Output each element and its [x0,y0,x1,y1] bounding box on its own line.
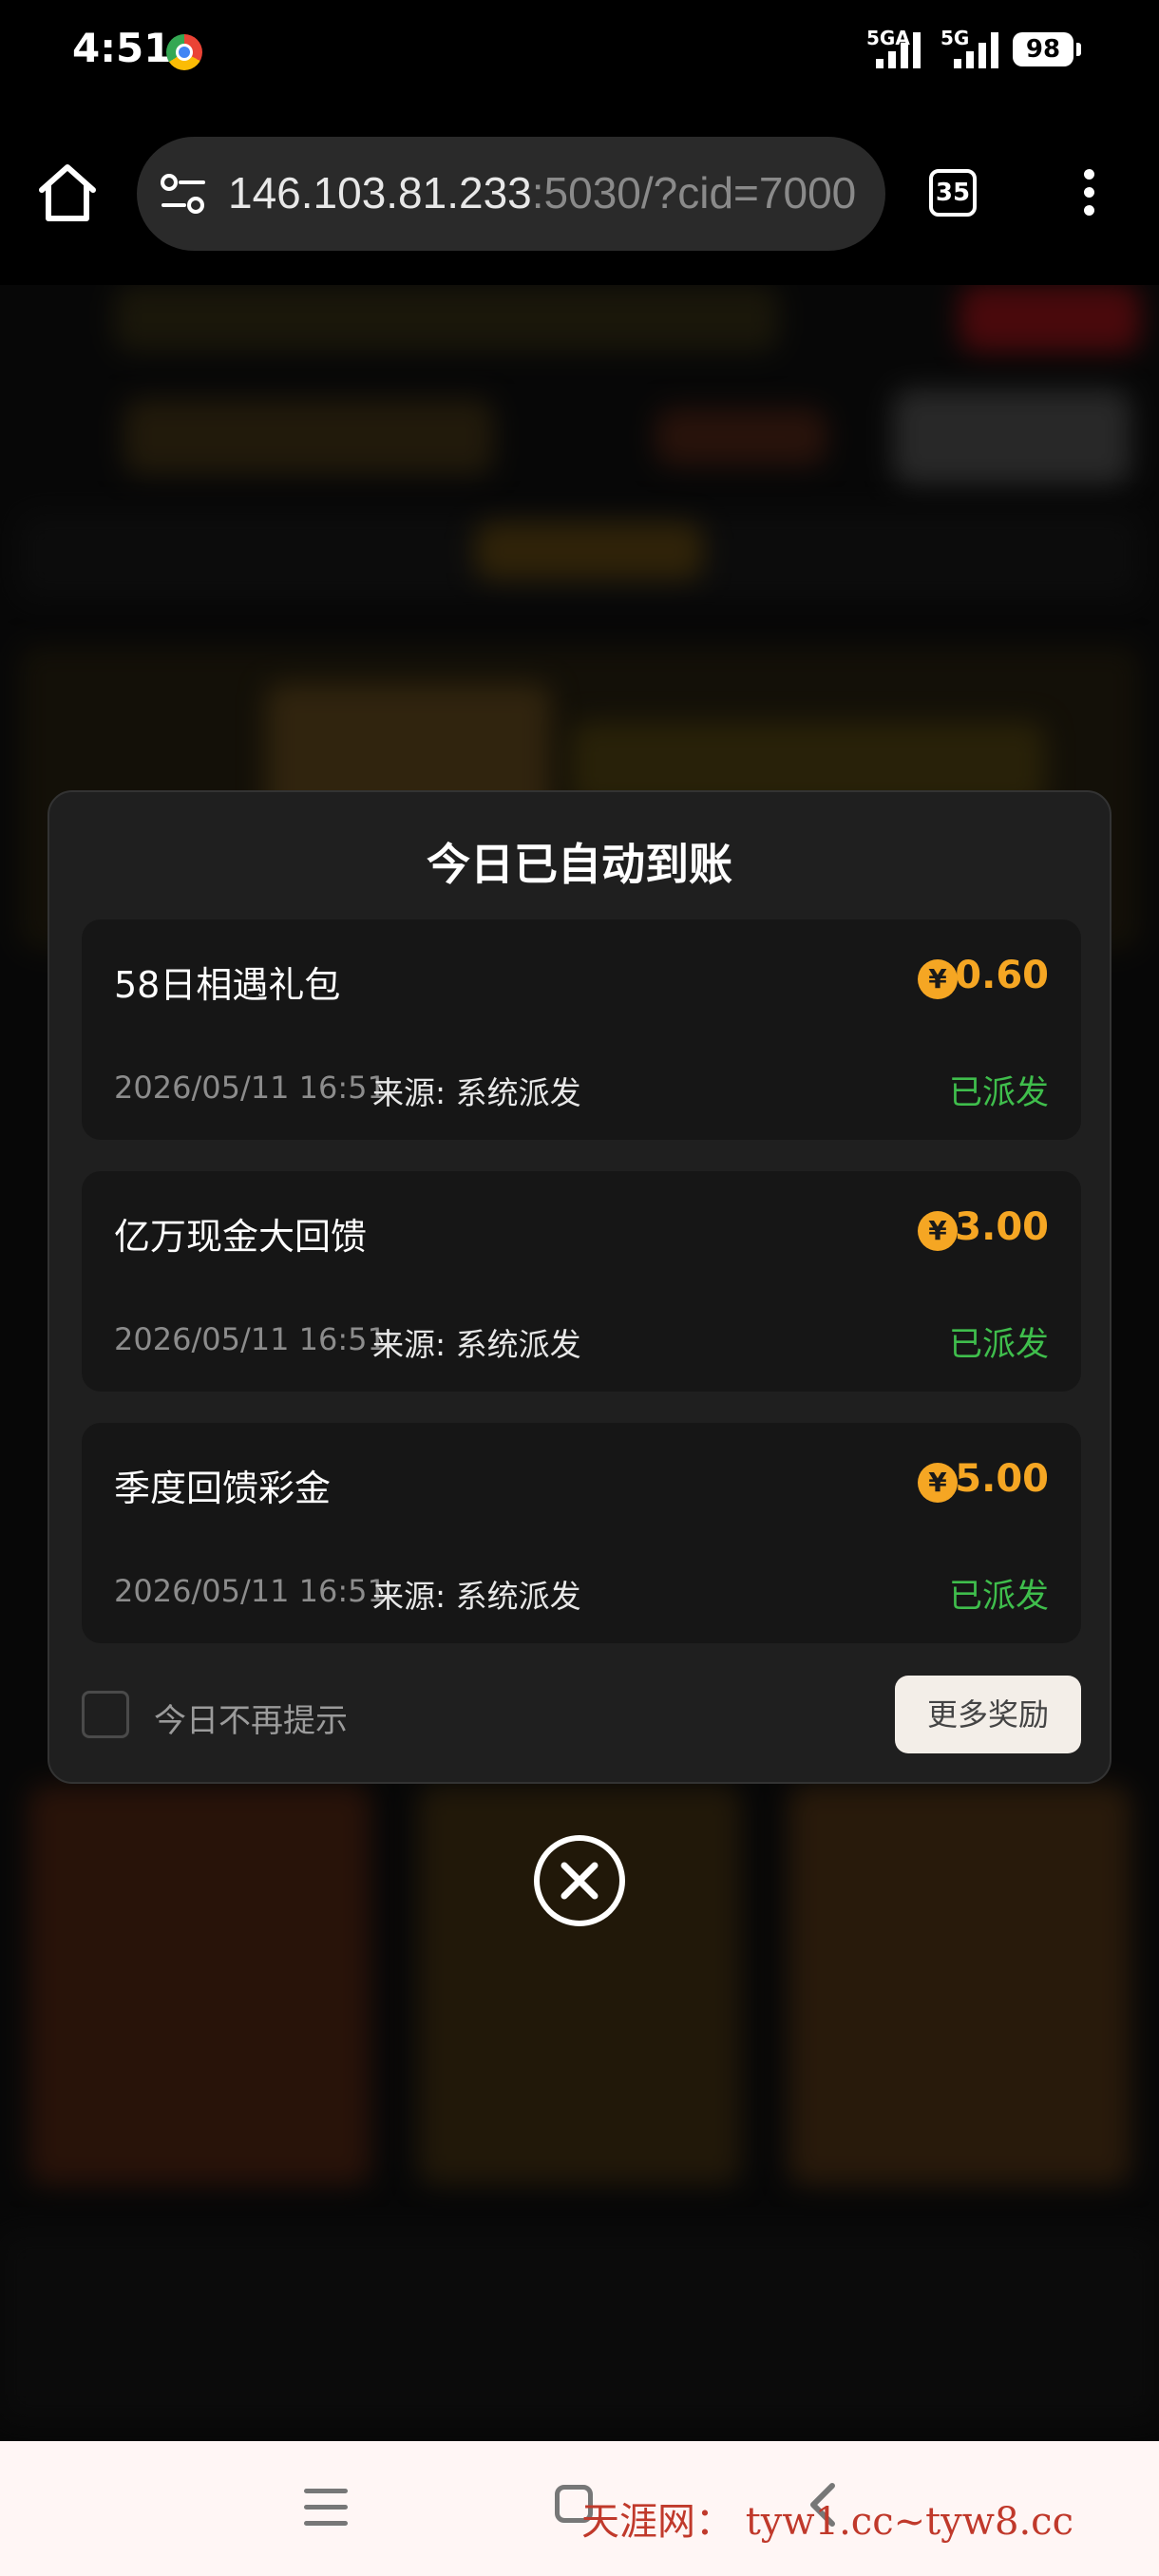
reward-title: 季度回馈彩金 [114,1468,332,1509]
status-bar: 4:51 5GA 5G 98 [0,0,1159,104]
address-bar[interactable]: 146.103.81.233:5030/?cid=7000 [137,137,885,251]
dialog-title: 今日已自动到账 [427,839,732,890]
browser-toolbar: 146.103.81.233:5030/?cid=7000 35 [0,104,1159,285]
coin-icon: ¥ [918,1211,958,1251]
reward-card: 季度回馈彩金 ¥ 5.00 2026/05/11 16:51 来源: 系统派发 … [82,1423,1081,1643]
coin-icon: ¥ [918,1463,958,1503]
more-rewards-button[interactable]: 更多奖励 [895,1676,1081,1753]
signal-bars-icon-2 [954,28,998,68]
recent-apps-icon[interactable] [304,2489,348,2527]
reward-source: 来源: 系统派发 [372,1074,581,1111]
reward-date: 2026/05/11 16:51 [114,1070,387,1106]
chrome-icon [166,34,202,70]
url-text[interactable]: 146.103.81.233:5030/?cid=7000 [228,167,856,218]
url-host: 146.103.81.233 [228,168,532,218]
url-path: :5030/?cid=7000 [531,168,857,218]
reward-source: 来源: 系统派发 [372,1326,581,1363]
site-settings-icon[interactable] [160,171,207,217]
reward-amount: 3.00 [955,1205,1049,1249]
dont-show-today-checkbox[interactable] [82,1691,129,1738]
reward-card: 58日相遇礼包 ¥ 0.60 2026/05/11 16:51 来源: 系统派发… [82,919,1081,1140]
reward-status: 已派发 [948,1578,1049,1616]
reward-source: 来源: 系统派发 [372,1578,581,1615]
close-icon[interactable] [532,1833,627,1928]
tab-switcher-button[interactable]: 35 [929,169,977,217]
reward-title: 亿万现金大回馈 [114,1216,368,1258]
reward-amount: 0.60 [955,954,1049,997]
reward-date: 2026/05/11 16:51 [114,1573,387,1609]
watermark-text: 天涯网： tyw1.cc~tyw8.cc [581,2500,1074,2544]
signal-bars-icon [876,28,921,68]
dont-show-today-label[interactable]: 今日不再提示 [154,1695,348,1741]
auto-credit-dialog: 今日已自动到账 58日相遇礼包 ¥ 0.60 2026/05/11 16:51 … [48,790,1112,1784]
home-icon[interactable] [36,161,99,224]
coin-icon: ¥ [918,959,958,999]
reward-card: 亿万现金大回馈 ¥ 3.00 2026/05/11 16:51 来源: 系统派发… [82,1171,1081,1392]
reward-title: 58日相遇礼包 [114,964,341,1006]
reward-status: 已派发 [948,1326,1049,1364]
reward-date: 2026/05/11 16:51 [114,1321,387,1357]
battery-icon: 98 [1013,32,1081,66]
reward-status: 已派发 [948,1074,1049,1112]
system-navigation-bar: 天涯网： tyw1.cc~tyw8.cc [0,2441,1159,2576]
status-time: 4:51 [72,25,172,71]
overflow-menu-icon[interactable] [1079,169,1098,222]
reward-amount: 5.00 [955,1457,1049,1501]
